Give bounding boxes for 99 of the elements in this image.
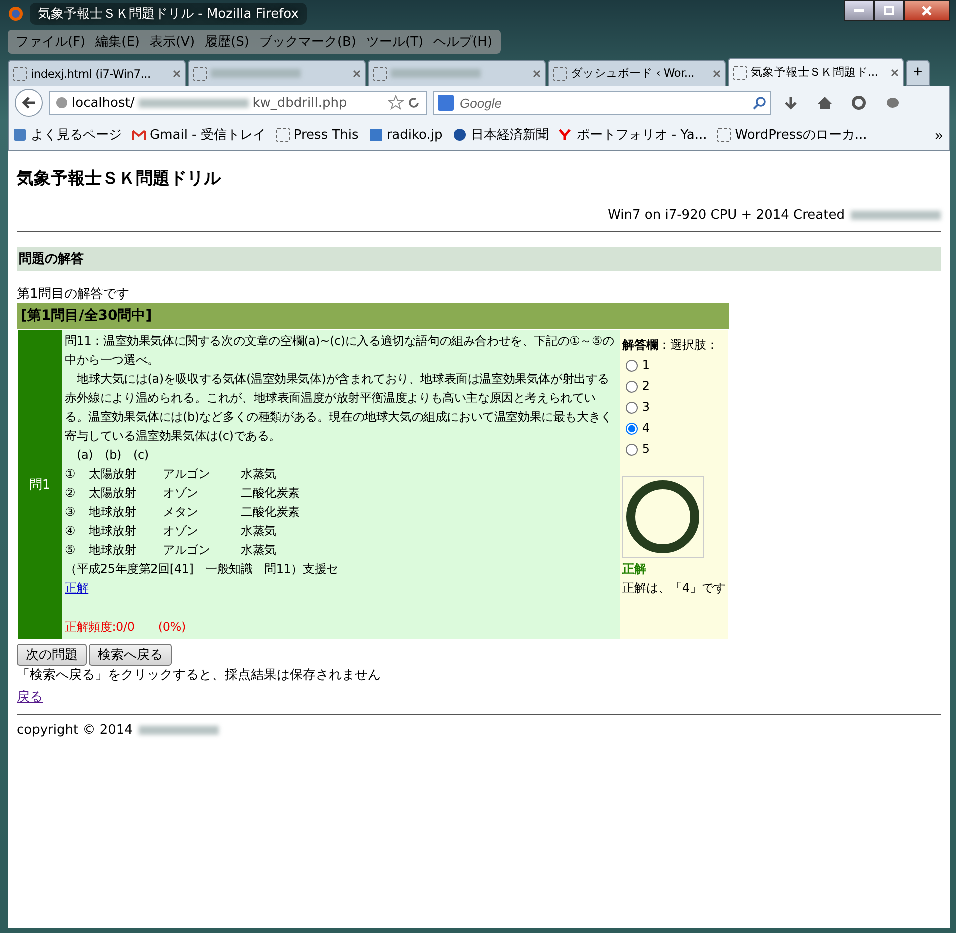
column-label: (c) [134, 447, 149, 464]
minimize-icon [854, 8, 864, 12]
frequency-text: 正解頻度:0/0 (0%) [65, 619, 187, 636]
back-arrow-icon [22, 97, 36, 109]
bookmark-link[interactable]: ポートフォリオ - Ya... [558, 126, 708, 144]
search-input[interactable]: Google [458, 94, 749, 112]
blank-page-icon [717, 128, 732, 142]
browser-tab[interactable]: indexj.html (i7-Win7... [8, 60, 186, 86]
address-bar[interactable]: localhost/ kw_dbdrill.php [49, 91, 427, 115]
column-label: (b) [105, 447, 122, 464]
menu-item[interactable]: ファイル(F) [12, 32, 90, 52]
note-text: 「検索へ戻る」をクリックすると、採点結果は保存されません [17, 667, 382, 684]
browser-tab[interactable] [188, 60, 366, 86]
radio-button[interactable] [626, 402, 638, 414]
bookmark-link[interactable]: Press This [276, 128, 359, 142]
choice-text: 水蒸気 [241, 523, 278, 540]
choice-text: 地球放射 [89, 523, 138, 540]
choice-text: 水蒸気 [241, 466, 278, 483]
menu-item[interactable]: 表示(V) [146, 32, 200, 52]
menu-item[interactable]: ヘルプ(H) [430, 32, 497, 52]
result-text: 正解は、「4」です [622, 580, 726, 597]
back-link[interactable]: 戻る [17, 688, 43, 706]
menu-item[interactable]: 編集(E) [92, 32, 144, 52]
bookmark-link[interactable]: WordPressのローカ... [717, 126, 868, 144]
close-icon[interactable] [713, 70, 721, 78]
answer-option[interactable]: 3 [622, 398, 726, 417]
answer-option[interactable]: 2 [622, 377, 726, 396]
source-text: （平成25年度第2回[41] 一般知識 問11）支援セ [65, 561, 340, 578]
close-icon[interactable] [353, 70, 361, 78]
action-button[interactable]: 次の問題 [17, 644, 87, 666]
choice-text: 二酸化炭素 [241, 504, 302, 521]
radio-button[interactable] [626, 360, 638, 372]
minimize-button[interactable] [844, 0, 874, 21]
menu-item[interactable]: ツール(T) [362, 32, 428, 52]
browser-tab[interactable]: 気象予報士ＳＫ問題ド... [728, 58, 904, 86]
column-label: (a) [77, 447, 94, 464]
bookmark-link[interactable]: radiko.jp [368, 128, 443, 142]
choice-text: ① [65, 466, 77, 483]
bookmark-link[interactable]: よく見るページ [13, 126, 122, 144]
choice-text: 水蒸気 [241, 542, 278, 559]
browser-tab[interactable] [368, 60, 546, 86]
radio-button[interactable] [626, 444, 638, 456]
choice-text: ② [65, 485, 77, 502]
blank-page-icon [276, 128, 290, 142]
radio-button[interactable] [626, 380, 638, 392]
intro-text: 第1問目の解答です [17, 286, 130, 303]
answer-option[interactable]: 4 [622, 419, 726, 438]
browser-tab[interactable]: ダッシュボード ‹ Wor... [548, 60, 726, 86]
bookmark-link[interactable]: Gmail - 受信トレイ [132, 126, 266, 144]
choice-text: ⑤ [65, 542, 77, 559]
answer-option[interactable]: 1 [622, 356, 726, 375]
search-field[interactable]: Google [433, 91, 771, 115]
close-icon[interactable] [891, 68, 899, 76]
choice-text: 地球放射 [89, 542, 138, 559]
action-button[interactable]: 検索へ戻る [89, 644, 172, 666]
choice-text: 地球放射 [89, 504, 138, 521]
question-number: 問1 [18, 330, 62, 639]
choice-text: ④ [65, 523, 77, 540]
close-icon [922, 6, 932, 16]
choice-text: アルゴン [163, 542, 212, 559]
passage-text: 地球大気には(a)を吸収する気体(温室効果気体)が含まれており、地球表面は温室効果気体が射出する赤外線により温められる。これが、地球表面温度が放射平衡温度よりも高い主な原因と考えられている。温室効果気体には(b)など多くの種類がある。現在の地球大気の組成において温室効果に最も大きく寄与している温室効果気体は(c)である。 [65, 371, 614, 445]
quiz-header: [第1問目/全30問中] [17, 303, 729, 329]
answer-label-suffix: ：選択肢： [658, 338, 718, 352]
window-title: 気象予報士ＳＫ問題ドリル - Mozilla Firefox [30, 3, 307, 25]
section-heading: 問題の解答 [17, 247, 941, 271]
copyright-text: copyright © 2014 [17, 723, 133, 738]
answer-link[interactable]: 正解 [65, 579, 89, 598]
new-tab-button[interactable]: + [906, 60, 930, 86]
menu-item[interactable]: 履歴(S) [201, 32, 254, 52]
choice-text: 太陽放射 [89, 485, 138, 502]
search-icon[interactable] [753, 96, 766, 110]
choice-text: メタン [163, 504, 200, 521]
choice-text: 二酸化炭素 [241, 485, 302, 502]
close-button[interactable] [904, 0, 950, 21]
choice-text: オゾン [163, 523, 200, 540]
choice-text: アルゴン [163, 466, 212, 483]
radio-button[interactable] [626, 422, 638, 434]
bookmark-link[interactable]: 日本経済新聞 [452, 126, 549, 144]
choice-text: オゾン [163, 485, 200, 502]
back-button[interactable] [15, 89, 43, 117]
reload-icon[interactable] [408, 97, 420, 109]
choice-text: ③ [65, 504, 77, 521]
maximize-icon [884, 6, 894, 15]
result-label: 正解 [622, 561, 648, 578]
star-icon[interactable] [388, 95, 404, 111]
maximize-button[interactable] [874, 0, 904, 21]
page-title: 気象予報士ＳＫ問題ドリル [17, 168, 222, 190]
menu-item[interactable]: ブックマーク(B) [255, 32, 360, 52]
browser-logo-icon [8, 6, 24, 22]
answer-option[interactable]: 5 [622, 440, 726, 459]
question-text: 問11：温室効果気体に関する次の文章の空欄(a)~(c)に入る適切な語句の組み合わせを、下記の①～⑤の中から一つ選べ。 [65, 333, 616, 369]
mail-icon [132, 129, 146, 141]
credit-text: Win7 on i7-920 CPU + 2014 Created [608, 208, 845, 223]
yahoo-icon [558, 129, 573, 141]
answer-label: 解答欄 [622, 338, 658, 352]
close-icon[interactable] [173, 70, 181, 78]
choice-text: 太陽放射 [89, 466, 138, 483]
more-bookmarks-button[interactable]: » [933, 127, 945, 143]
close-icon[interactable] [533, 70, 541, 78]
